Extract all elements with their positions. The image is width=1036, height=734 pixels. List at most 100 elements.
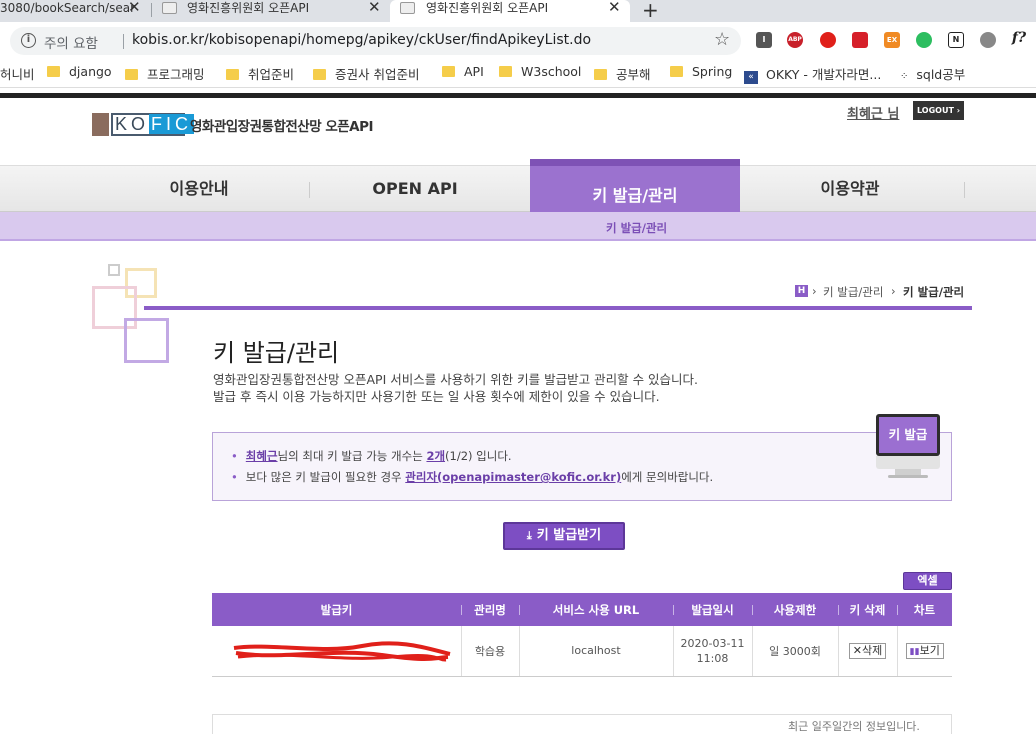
close-tab-icon[interactable]: ✕ (608, 0, 621, 15)
bookmark-item[interactable]: django (47, 64, 112, 79)
column-header: 사용제한 (752, 593, 838, 626)
url-divider (123, 34, 124, 49)
chart-label: 보기 (919, 643, 940, 657)
admin-email-link[interactable]: 관리자(openapimaster@kofic.or.kr) (405, 470, 621, 484)
browser-tab-2[interactable]: 영화진흥위원회 오픈API ✕ (158, 0, 388, 22)
bookmark-item[interactable]: « OKKY - 개발자라면... (744, 64, 881, 84)
breadcrumb-current: 키 발급/관리 (903, 285, 965, 299)
bookmark-item[interactable]: 공부해 (594, 64, 651, 83)
folder-icon (125, 69, 138, 80)
issue-time: 11:08 (696, 651, 729, 665)
main-menu: 이용안내 OPEN API 키 발급/관리 이용약관 (0, 159, 1036, 213)
extension-icon-9[interactable]: f? (1011, 30, 1027, 46)
menu-usage-guide[interactable]: 이용안내 (93, 166, 305, 213)
logout-button[interactable]: LOGOUT › (913, 101, 964, 120)
bookmark-star-icon[interactable]: ☆ (714, 29, 730, 50)
browser-tab-3-active[interactable]: 영화진흥위원회 오픈API ✕ (390, 0, 630, 22)
bookmark-item[interactable]: 취업준비 (226, 64, 294, 83)
tab-divider (151, 3, 152, 17)
evernote-icon[interactable] (916, 32, 932, 48)
breadcrumb-item[interactable]: 키 발급/관리 (823, 284, 883, 300)
issue-key-button[interactable]: ⤓ 키 발급받기 (503, 522, 625, 550)
monitor-base (876, 456, 940, 469)
bookmark-label: Spring (692, 64, 733, 79)
browser-toolbar: i 주의 요함 kobis.or.kr/kobisopenapi/homepg/… (0, 22, 1036, 58)
okky-icon: « (744, 71, 758, 84)
download-icon: ⤓ (526, 529, 532, 542)
bookmark-item[interactable]: 허니비 (0, 64, 35, 83)
info-icon[interactable]: i (21, 33, 36, 48)
folder-icon (313, 69, 326, 80)
breadcrumb-separator: › (891, 284, 896, 298)
delete-label: 삭제 (861, 643, 883, 657)
folder-icon (499, 66, 512, 77)
bookmark-item[interactable]: W3school (499, 64, 581, 79)
decoration-square (124, 318, 169, 363)
extension-icon-3[interactable] (820, 32, 836, 48)
page-description: 영화관입장권통합전산망 오픈API 서비스를 사용하기 위한 키를 발급받고 관… (213, 371, 698, 405)
folder-icon (442, 66, 455, 77)
issue-key-label: 키 발급받기 (536, 528, 602, 543)
favicon-icon (400, 2, 415, 14)
stats-note: 최근 일주일간의 정보입니다. (788, 720, 920, 733)
bookmark-item[interactable]: 프로그래밍 (125, 64, 205, 83)
gear-icon[interactable] (980, 32, 996, 48)
bookmark-item[interactable]: API (442, 64, 484, 79)
breadcrumb-separator: › (812, 284, 817, 298)
adblock-icon[interactable]: ABP (787, 32, 803, 48)
notion-icon[interactable]: N (948, 32, 964, 48)
column-header: 서비스 사용 URL (519, 593, 673, 626)
user-link[interactable]: 최혜근 (246, 449, 278, 463)
key-info-box: • 최혜근님의 최대 키 발급 가능 개수는 2개(1/2) 입니다. • 보다 많… (212, 432, 952, 501)
bookmark-label: 허니비 (0, 67, 35, 82)
bookmark-item[interactable]: 증권사 취업준비 (313, 64, 419, 83)
view-chart-button[interactable]: ▮▮보기 (905, 642, 944, 659)
monitor-icon: 키 발급 (876, 414, 940, 478)
monitor-label: 키 발급 (879, 417, 937, 453)
folder-icon (594, 69, 607, 80)
new-tab-button[interactable]: + (642, 0, 659, 22)
bookmark-label: sqld공부 (916, 67, 966, 82)
extension-icon-1[interactable]: I (756, 32, 772, 48)
browser-tab-1[interactable]: 3080/bookSearch/sear ✕ (0, 0, 150, 22)
menu-key-management[interactable]: 키 발급/관리 (530, 159, 740, 212)
tab-title: 3080/bookSearch/sear (0, 1, 136, 15)
bookmark-item[interactable]: Spring (670, 64, 732, 79)
usage-limit-cell: 일 3000회 (752, 626, 839, 677)
bookmark-item[interactable]: ⁘ sqld공부 (900, 64, 965, 83)
excel-export-button[interactable]: 엑셀 (903, 572, 952, 590)
submenu-key-management[interactable]: 키 발급/관리 (606, 220, 667, 236)
decoration-square (108, 264, 120, 276)
close-tab-icon[interactable]: ✕ (128, 0, 141, 15)
extension-icon-4[interactable] (852, 32, 868, 48)
column-header: 차트 (897, 593, 952, 626)
bookmark-label: django (69, 64, 112, 79)
user-name[interactable]: 최혜근 님 (847, 103, 899, 122)
security-label[interactable]: 주의 요함 (44, 32, 98, 52)
logo-wordmark: KO FIC (111, 113, 195, 136)
description-line: 발급 후 즉시 이용 가능하지만 사용기한 또는 일 사용 횟수에 제한이 있을… (213, 389, 660, 404)
delete-key-button[interactable]: ✕삭제 (848, 642, 887, 659)
key-count: 2개 (426, 449, 446, 463)
address-bar[interactable]: i 주의 요함 kobis.or.kr/kobisopenapi/homepg/… (10, 27, 741, 55)
bullet: • (231, 470, 238, 484)
url-text[interactable]: kobis.or.kr/kobisopenapi/homepg/apikey/c… (132, 32, 591, 48)
tab-title: 영화진흥위원회 오픈API (187, 1, 310, 15)
page-title: 키 발급/관리 (213, 339, 340, 367)
column-header: 발급일시 (673, 593, 752, 626)
description-line: 영화관입장권통합전산망 오픈API 서비스를 사용하기 위한 키를 발급받고 관… (213, 372, 699, 387)
extension-icon-5[interactable]: EX (884, 32, 900, 48)
monitor-screen: 키 발급 (876, 414, 940, 456)
issue-date-cell: 2020-03-11 11:08 (673, 626, 753, 677)
bookmark-label: 취업준비 (248, 67, 295, 82)
tab-title: 영화진흥위원회 오픈API (426, 1, 549, 15)
favicon-icon (162, 2, 177, 14)
close-tab-icon[interactable]: ✕ (368, 0, 381, 15)
title-underline (144, 306, 972, 310)
manage-name-cell: 학습용 (461, 626, 520, 677)
folder-icon (47, 66, 60, 77)
menu-terms[interactable]: 이용약관 (745, 166, 955, 213)
home-icon[interactable]: H (795, 285, 808, 297)
menu-open-api[interactable]: OPEN API (310, 166, 520, 213)
bookmark-label: W3school (521, 64, 582, 79)
